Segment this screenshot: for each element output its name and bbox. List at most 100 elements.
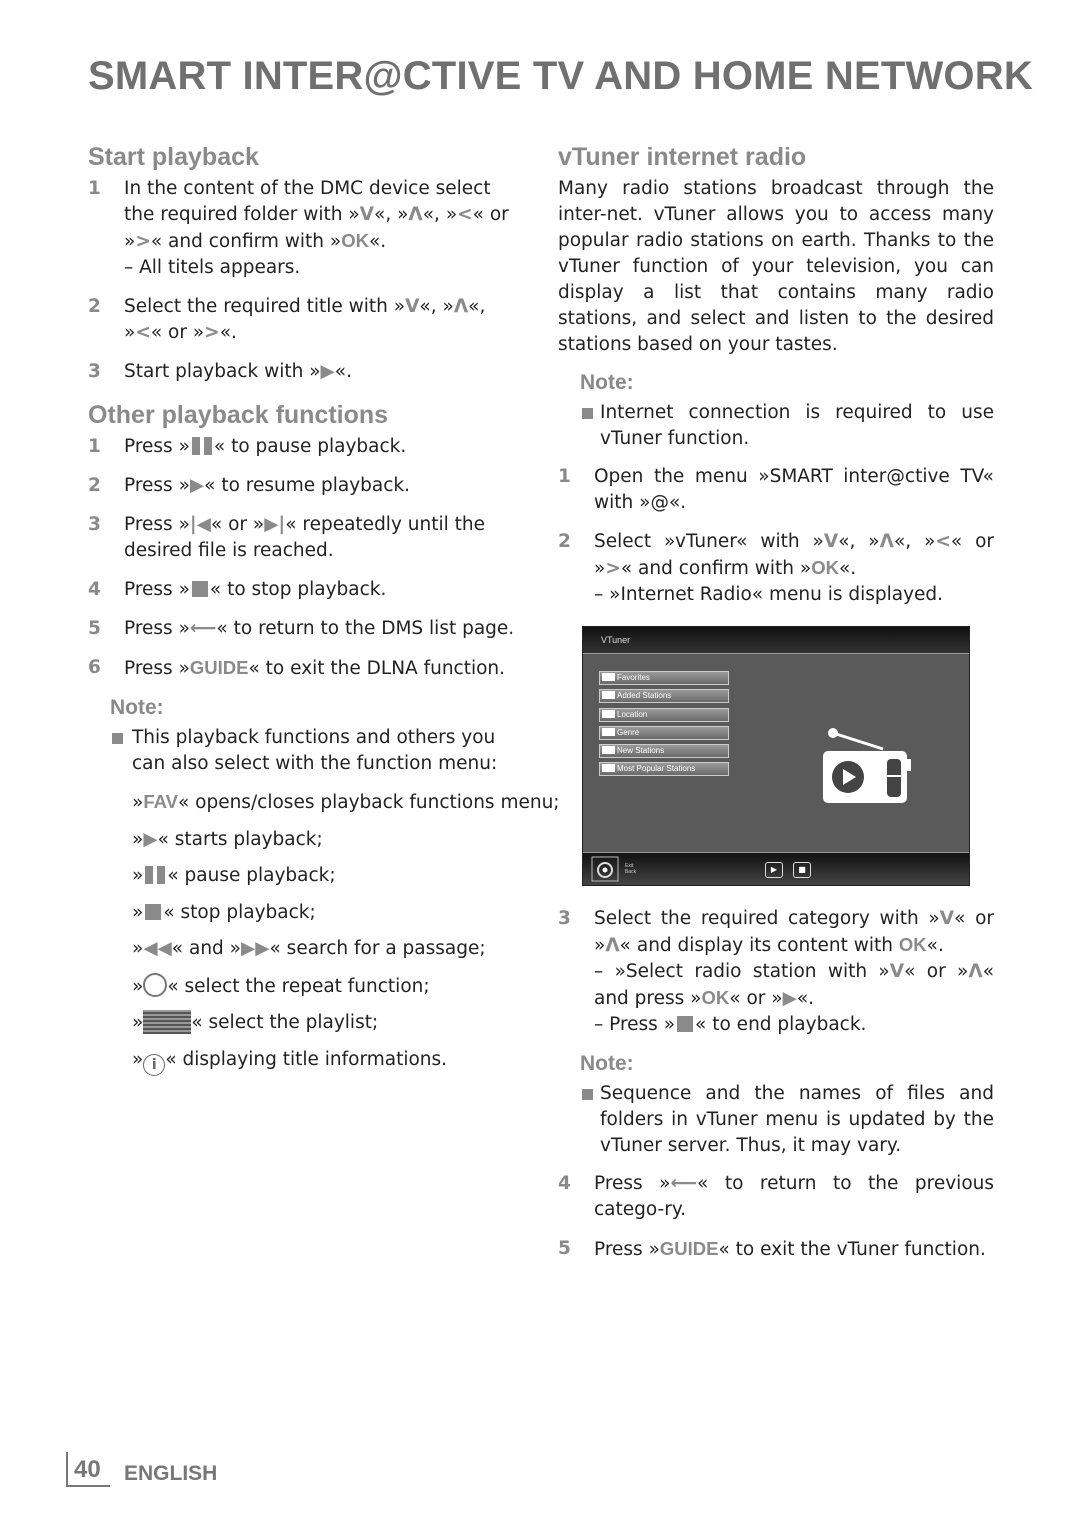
step-number: 1 (88, 436, 101, 457)
text: Press » (124, 514, 190, 535)
text: Many radio stations broadcast through th… (558, 178, 994, 355)
step-text: Open the menu »SMART inter@ctive TV« wit… (594, 466, 994, 513)
step-result: – All titels appears. (124, 255, 524, 281)
text: Press » (124, 618, 190, 639)
right-column: vTuner internet radio Many radio stations… (558, 140, 994, 1276)
right-arrow-icon: > (135, 231, 151, 252)
step-item: 2 Press »▶« to resume playback. (88, 473, 524, 499)
step-number: 5 (558, 1238, 571, 1259)
text: «, » (893, 531, 936, 552)
step-text: Select the required title with »V«, »Λ«,… (124, 296, 485, 343)
text: » (132, 1012, 144, 1033)
vtuner-menu: Favorites Added Stations Location Genre … (599, 671, 729, 781)
function-list-item: » « stop playback; (88, 900, 524, 926)
up-arrow-icon: Λ (605, 935, 620, 956)
info-icon: i (143, 1053, 166, 1076)
text: «, » (422, 204, 458, 225)
step-number: 3 (88, 361, 101, 382)
note-bullet: Internet connection is required to use v… (558, 400, 994, 452)
step-result: – »Internet Radio« menu is displayed. (594, 582, 994, 608)
paragraph: Many radio stations broadcast through th… (558, 176, 994, 358)
function-list-item: » « select the playlist; (88, 1010, 524, 1036)
step-number: 5 (88, 618, 101, 639)
down-arrow-icon: V (939, 908, 955, 929)
step-text: Select the required category with »V« or… (594, 908, 994, 956)
step-item: 6 Press »GUIDE« to exit the DLNA function… (88, 655, 524, 682)
up-arrow-icon: Λ (453, 296, 469, 317)
text: «. (219, 322, 237, 343)
function-list-item: »◀◀« and »▶▶« search for a passage; (88, 936, 524, 962)
step-number: 2 (88, 296, 101, 317)
step-number: 2 (558, 531, 571, 552)
text: «. (334, 361, 352, 382)
text: « select the playlist; (191, 1012, 379, 1033)
step-text: In the content of the DMC device select … (124, 178, 509, 252)
page-number: 40 (74, 1456, 101, 1483)
step-item: 1 Open the menu »SMART inter@ctive TV« wi… (558, 464, 994, 516)
section-heading: Start playback (88, 143, 259, 171)
function-list-item: »FAV« opens/closes playback functions me… (88, 789, 560, 816)
text: « or » (729, 988, 783, 1009)
text: « to exit the vTuner function. (718, 1239, 986, 1260)
text: Press » (594, 1239, 660, 1260)
step-item: 1 In the content of the DMC device select… (88, 176, 524, 281)
key-label-fav: FAV (143, 791, 178, 812)
text: «. (796, 988, 815, 1009)
text: « and » (171, 938, 242, 959)
up-arrow-icon: Λ (879, 531, 894, 552)
text: «, » (838, 531, 880, 552)
play-button-icon: ▶ (765, 862, 783, 878)
text: Open the menu »SMART inter@ctive TV« wit… (594, 466, 994, 513)
text: « displaying title informations. (165, 1048, 448, 1070)
up-arrow-icon: Λ (968, 961, 983, 982)
play-icon: ▶ (189, 475, 205, 496)
left-column: Start playback 1 In the content of the DMC… (88, 140, 560, 1086)
radio-icon (823, 728, 911, 803)
playlist-icon (143, 1010, 192, 1034)
back-hint: Back (625, 869, 637, 875)
skip-forward-icon: ▶| (264, 514, 286, 535)
menu-item-favorites: Favorites (599, 671, 729, 685)
step-text: Press »|◀« or »▶|« repeatedly until the … (124, 514, 485, 561)
step-item: 3 Start playback with »▶«. (88, 359, 524, 385)
step-item: 1 Press » « to pause playback. (88, 434, 524, 460)
step-number: 3 (88, 514, 101, 535)
step-number: 2 (88, 475, 101, 496)
step-text: Press » « to stop playback. (124, 579, 386, 600)
function-list-item: » « select the repeat function; (88, 972, 524, 1000)
footer-divider (66, 1452, 68, 1486)
step-text: Press »▶« to resume playback. (124, 475, 410, 496)
text: » (132, 975, 144, 997)
text: « to exit the DLNA function. (248, 658, 506, 679)
down-arrow-icon: V (823, 531, 839, 552)
key-label-ok: OK (898, 934, 927, 955)
step-item: 3 Press »|◀« or »▶|« repeatedly until the… (88, 512, 524, 564)
note-label: Note: (110, 696, 164, 719)
step-text: Press »GUIDE« to exit the vTuner functio… (594, 1238, 986, 1260)
section-heading: Other playback functions (88, 401, 389, 429)
play-icon: ▶ (782, 988, 797, 1009)
play-icon: ▶ (143, 828, 158, 850)
menu-item-location: Location (599, 707, 729, 722)
right-arrow-icon: > (605, 558, 621, 579)
step-item: 4 Press » « to stop playback. (88, 577, 524, 603)
stop-button-icon: ■ (793, 862, 811, 878)
down-arrow-icon: V (889, 961, 905, 982)
step-item: 2 Select »vTuner« with »V«, »Λ«, »<« or »… (558, 529, 994, 608)
text: « and display its content with (619, 935, 899, 956)
text: « to resume playback. (204, 475, 411, 496)
text: « to stop playback. (209, 579, 387, 600)
function-list-item: » i « displaying title informations. (88, 1047, 524, 1076)
left-arrow-icon: < (135, 322, 151, 343)
text: Press » (124, 436, 190, 457)
text: – »Internet Radio« menu is displayed. (594, 584, 944, 605)
text: «, » (419, 296, 454, 317)
text: « or » (904, 961, 969, 982)
note-label: Note: (580, 371, 634, 394)
key-label-ok: OK (341, 230, 369, 251)
text: « stop playback; (163, 901, 316, 923)
menu-item-new-stations: New Stations (599, 744, 729, 759)
section-heading: vTuner internet radio (558, 143, 807, 171)
text: » (132, 828, 144, 850)
rewind-icon: ◀◀ (143, 938, 172, 959)
